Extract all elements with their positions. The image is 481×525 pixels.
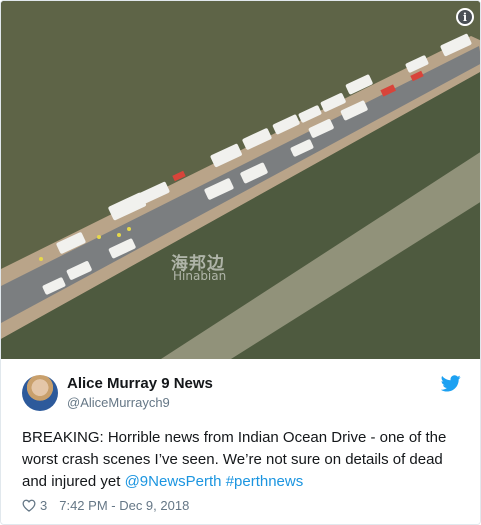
watermark: 海邦边 Hinabian xyxy=(171,249,301,289)
twitter-bird-icon[interactable] xyxy=(441,375,461,392)
timestamp[interactable]: 7:42 PM - Dec 9, 2018 xyxy=(59,498,189,513)
display-name[interactable]: Alice Murray 9 News xyxy=(67,375,213,392)
info-icon[interactable]: i xyxy=(456,8,474,26)
avatar[interactable] xyxy=(22,375,58,411)
mention-link[interactable]: @9NewsPerth xyxy=(125,473,222,490)
tweet-meta: 3 7:42 PM - Dec 9, 2018 xyxy=(22,496,189,514)
tweet-card: 海邦边 Hinabian i Alice Murray 9 News @Alic… xyxy=(0,0,481,525)
like-count[interactable]: 3 xyxy=(40,498,47,513)
watermark-latin: Hinabian xyxy=(173,269,227,283)
tweet-text: BREAKING: Horrible news from Indian Ocea… xyxy=(22,427,467,493)
tweet-body: Alice Murray 9 News @AliceMurraych9 BREA… xyxy=(1,359,480,524)
hashtag-link[interactable]: #perthnews xyxy=(226,473,304,490)
tweet-photo[interactable]: 海邦边 Hinabian i xyxy=(1,1,480,359)
crash-scene-photo xyxy=(1,1,480,359)
heart-icon[interactable] xyxy=(22,499,36,512)
user-handle[interactable]: @AliceMurraych9 xyxy=(67,395,170,410)
